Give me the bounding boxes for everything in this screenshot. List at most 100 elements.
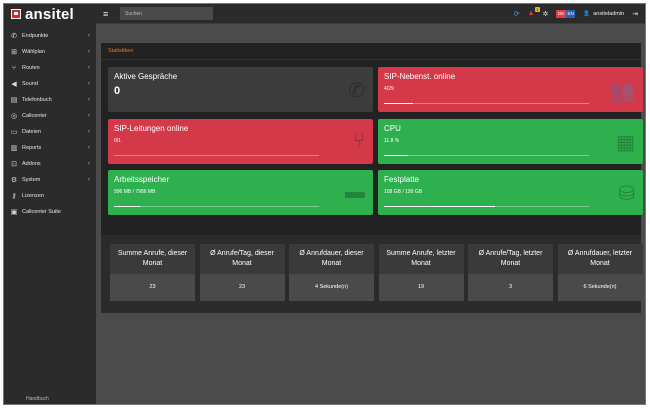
- summary-stat-label: Ø Anrufe/Tag, letzter Monat: [468, 244, 553, 274]
- chevron-left-icon: ‹: [88, 177, 90, 183]
- summary-stat-value: 23: [199, 274, 285, 301]
- sidebar-nav: ✆ Endpunkte ‹ ⊞ Wählplan ‹ ⑂ Routen ‹ ◀ Sound ‹ ▤ Tel…: [4, 28, 96, 220]
- statistics-panel: Statistiken Aktive Gespräche 0 ✆ SIP-Nebens…: [101, 43, 643, 249]
- stat-card-title: CPU: [384, 124, 401, 133]
- summary-stat: Summe Anrufe, letzter Monat 19: [378, 244, 464, 301]
- summary-stat: Ø Anrufe/Tag, dieser Monat 23: [199, 244, 285, 301]
- sidebar: ansitel ✆ Endpunkte ‹ ⊞ Wählplan ‹ ⑂ Routen ‹ ◀ So…: [4, 4, 96, 404]
- menu-toggle-icon[interactable]: ≡: [103, 9, 113, 19]
- summary-stat-label: Summe Anrufe, dieser Monat: [110, 244, 195, 274]
- main-content: Statistiken Aktive Gespräche 0 ✆ SIP-Nebens…: [96, 25, 645, 404]
- stat-card-value: 4/29: [384, 86, 394, 92]
- sidebar-item-reports[interactable]: ▥ Reports ‹: [4, 140, 96, 156]
- chart-icon: ▥: [10, 145, 18, 152]
- sidebar-item-telefonbuch[interactable]: ▤ Telefonbuch ‹: [4, 92, 96, 108]
- summary-stat-value: 19: [378, 274, 464, 301]
- suite-icon: ▣: [10, 209, 18, 216]
- stat-card-value: 0: [114, 85, 121, 97]
- logout-icon[interactable]: ⇥: [632, 10, 638, 18]
- summary-stat-label: Ø Anrufdauer, letzter Monat: [557, 244, 643, 274]
- stat-card: Arbeitsspeicher 996 MB / 7986 MB ▬: [108, 170, 373, 215]
- progress-bar: [384, 103, 589, 104]
- language-switcher[interactable]: DE EN: [556, 9, 576, 18]
- sidebar-item-label: Callcenter Suite: [22, 209, 61, 215]
- panel-title: Statistiken: [101, 43, 641, 60]
- user-menu[interactable]: 👤 ansiteladmin: [583, 11, 624, 17]
- stat-card-title: SIP-Nebenst. online: [384, 72, 456, 81]
- summary-stat: Ø Anrufdauer, letzter Monat 6 Sekunde(n): [557, 244, 643, 301]
- sidebar-item-system[interactable]: ⚙ System ‹: [4, 172, 96, 188]
- microchip-icon: ▦: [616, 132, 635, 154]
- stat-card-title: Festplatte: [384, 175, 420, 184]
- gears-icon: ⚙: [10, 177, 18, 184]
- sidebar-item-callcenter[interactable]: ◎ Callcenter ‹: [4, 108, 96, 124]
- sidebar-item-endpunkte[interactable]: ✆ Endpunkte ‹: [4, 28, 96, 44]
- users-icon: 👥: [610, 80, 635, 102]
- headset-icon: ◎: [10, 113, 18, 120]
- alert-icon[interactable]: ▲ 1: [528, 7, 540, 17]
- progress-fill: [384, 206, 495, 207]
- stat-card-value: 0/1: [114, 138, 121, 144]
- progress-bar: [384, 155, 589, 156]
- flag-en[interactable]: EN: [565, 9, 576, 18]
- sidebar-item-label: Reports: [22, 145, 42, 151]
- sidebar-item-label: Addons: [22, 161, 41, 167]
- summary-stat-label: Summe Anrufe, letzter Monat: [378, 244, 464, 274]
- sidebar-item-addons[interactable]: ⊡ Addons ‹: [4, 156, 96, 172]
- settings-gear-icon[interactable]: ✲: [543, 10, 549, 18]
- sidebar-item-label: Dateien: [22, 129, 41, 135]
- summary-stat: Ø Anrufe/Tag, letzter Monat 3: [468, 244, 553, 301]
- chevron-left-icon: ‹: [88, 129, 90, 135]
- sidebar-item-sound[interactable]: ◀ Sound ‹: [4, 76, 96, 92]
- folder-icon: ▭: [10, 129, 18, 136]
- sidebar-item-dateien[interactable]: ▭ Dateien ‹: [4, 124, 96, 140]
- stat-card: SIP-Leitungen online 0/1 ⑂: [108, 119, 373, 164]
- sitemap-icon: ⊞: [11, 49, 17, 56]
- sidebar-item-label: Sound: [22, 81, 38, 87]
- chevron-left-icon: ‹: [88, 113, 90, 119]
- username: ansiteladmin: [593, 10, 625, 17]
- sidebar-item-wählplan[interactable]: ⊞ Wählplan ‹: [4, 44, 96, 60]
- sidebar-item-callcenter-suite[interactable]: ▣ Callcenter Suite: [4, 204, 96, 220]
- sidebar-item-label: Endpunkte: [22, 33, 49, 39]
- stat-card: Aktive Gespräche 0 ✆: [108, 67, 373, 112]
- phone-volume-icon: ✆: [348, 80, 365, 102]
- sidebar-item-label: Telefonbuch: [22, 97, 52, 103]
- chevron-left-icon: ‹: [88, 145, 90, 151]
- summary-stat-value: 23: [110, 274, 195, 301]
- app-window: ansitel ✆ Endpunkte ‹ ⊞ Wählplan ‹ ⑂ Routen ‹ ◀ So…: [3, 3, 646, 405]
- summary-stat-label: Ø Anrufdauer, dieser Monat: [289, 244, 374, 274]
- summary-stat: Ø Anrufdauer, dieser Monat 4 Sekunde(n): [289, 244, 374, 301]
- flag-de[interactable]: DE: [556, 9, 566, 18]
- logo-text: ansitel: [25, 5, 74, 23]
- sidebar-item-routen[interactable]: ⑂ Routen ‹: [4, 60, 96, 76]
- alert-badge: 1: [535, 7, 540, 12]
- memory-icon: ▬: [345, 181, 365, 203]
- route-icon: ⑂: [11, 64, 17, 72]
- branch-icon: ⑂: [353, 130, 365, 152]
- progress-fill: [384, 155, 409, 156]
- chevron-left-icon: ‹: [88, 49, 90, 55]
- stat-card-title: Arbeitsspeicher: [114, 175, 170, 184]
- summary-stat-value: 3: [468, 274, 553, 301]
- handbook-link[interactable]: Handbuch: [4, 396, 96, 404]
- addon-icon: ⊡: [11, 161, 17, 168]
- stat-card-title: Aktive Gespräche: [114, 72, 178, 81]
- phone-icon: ✆: [11, 33, 17, 40]
- stat-card: CPU 11.8 % ▦: [378, 119, 643, 164]
- sidebar-item-label: Lizenzen: [22, 193, 45, 199]
- summary-stat-value: 4 Sekunde(n): [289, 274, 374, 301]
- sidebar-item-lizenzen[interactable]: ⚷ Lizenzen: [4, 188, 96, 204]
- progress-bar: [114, 155, 319, 156]
- user-icon: 👤: [583, 10, 591, 17]
- sidebar-item-label: Callcenter: [22, 113, 47, 119]
- stat-card-value: 108 GB / 199 GB: [384, 189, 423, 195]
- progress-bar: [114, 206, 319, 207]
- logo[interactable]: ansitel: [4, 4, 96, 24]
- summary-stat-value: 6 Sekunde(n): [557, 274, 643, 301]
- search-input[interactable]: [120, 7, 213, 20]
- refresh-icon[interactable]: ⟳: [514, 10, 520, 18]
- chevron-left-icon: ‹: [88, 97, 90, 103]
- sidebar-item-label: Wählplan: [22, 49, 45, 55]
- progress-bar: [384, 206, 589, 207]
